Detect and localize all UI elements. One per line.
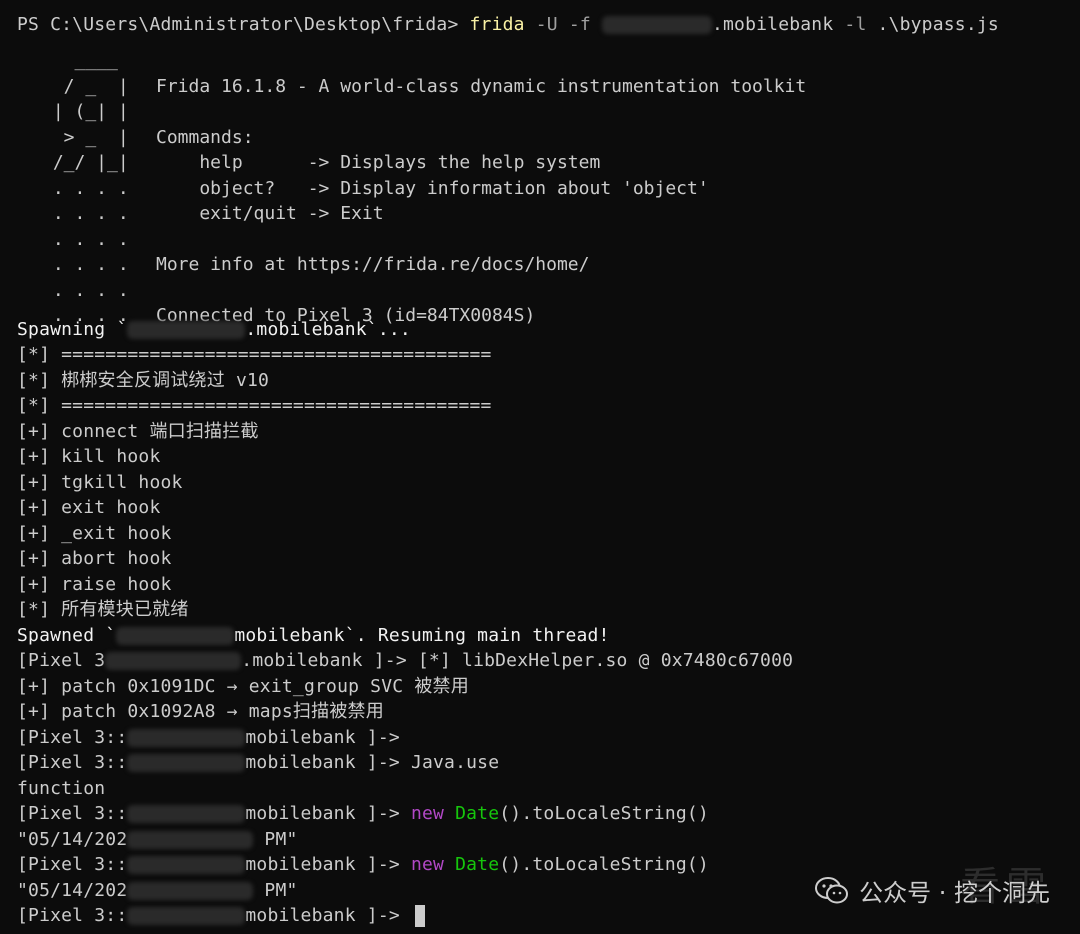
output-line: [*] 梆梆安全反调试绕过 v10 <box>17 370 270 391</box>
redacted-package <box>105 652 242 670</box>
output-line: [+] tgkill hook <box>17 472 183 493</box>
repl-input-line[interactable]: [Pixel 3:: mobilebank ]-> <box>17 903 425 928</box>
command-line: PS C:\Users\Administrator\Desktop\frida>… <box>17 12 999 37</box>
watermark-text: 公众号 · 挖个洞先 <box>859 879 1050 907</box>
frida-banner-text: Frida 16.1.8 - A world-class dynamic ins… <box>156 75 807 327</box>
prompt-text: PS C:\Users\Administrator\Desktop\frida> <box>17 14 470 35</box>
redacted-package <box>601 16 712 34</box>
output-line: [+] kill hook <box>17 446 161 467</box>
spawning-line: Spawning ` .mobilebank`... <box>17 319 411 340</box>
output-line: [*] 所有模块已就绪 <box>17 599 189 620</box>
output-line: [+] raise hook <box>17 574 172 595</box>
redacted-package <box>116 627 235 645</box>
redacted-package <box>127 805 246 823</box>
redacted-time <box>127 831 254 849</box>
redacted-package <box>127 729 246 747</box>
output-line: [+] patch 0x1092A8 → maps扫描被禁用 <box>17 701 384 722</box>
output-line: [+] abort hook <box>17 548 172 569</box>
repl-line: [Pixel 3:: mobilebank ]-> new Date().toLo… <box>17 803 709 824</box>
redacted-time <box>127 882 254 900</box>
result-line: "05/14/202 PM" <box>17 880 298 901</box>
output-line: [+] exit hook <box>17 497 161 518</box>
terminal-window[interactable]: PS C:\Users\Administrator\Desktop\frida>… <box>0 0 1080 934</box>
wechat-watermark: 公众号 · 挖个洞先 <box>815 873 1050 908</box>
wechat-icon <box>815 876 849 903</box>
redacted-package <box>127 856 246 874</box>
text-cursor <box>414 905 425 927</box>
package-name: .mobilebank <box>711 14 834 35</box>
command-name: frida <box>469 14 525 35</box>
repl-line: [Pixel 3:: mobilebank ]-> new Date().toLo… <box>17 854 709 875</box>
redacted-package <box>127 907 246 925</box>
command-args: -U -f <box>524 14 602 35</box>
repl-line: [Pixel 3 .mobilebank ]-> [*] libDexHelper… <box>17 650 794 671</box>
output-line: [+] connect 端口扫描拦截 <box>17 421 259 442</box>
command-args-2: -l <box>833 14 878 35</box>
redacted-package <box>127 321 246 339</box>
output-line: [*] ====================================… <box>17 344 492 365</box>
spawned-line: Spawned ` mobilebank`. Resuming main thre… <box>17 625 610 646</box>
repl-line: [Pixel 3:: mobilebank ]-> Java.use <box>17 752 500 773</box>
redacted-package <box>127 754 246 772</box>
repl-line: [Pixel 3:: mobilebank ]-> <box>17 727 400 748</box>
output-line: function <box>17 778 106 799</box>
frida-logo-art: ____ / _ | | (_| | > _ | /_/ |_| . . . .… <box>42 50 129 326</box>
output-line: [*] ====================================… <box>17 395 492 416</box>
output-line: [+] _exit hook <box>17 523 172 544</box>
output-line: [+] patch 0x1091DC → exit_group SVC 被禁用 <box>17 676 469 697</box>
result-line: "05/14/202 PM" <box>17 829 298 850</box>
script-path: .\bypass.js <box>877 14 999 35</box>
